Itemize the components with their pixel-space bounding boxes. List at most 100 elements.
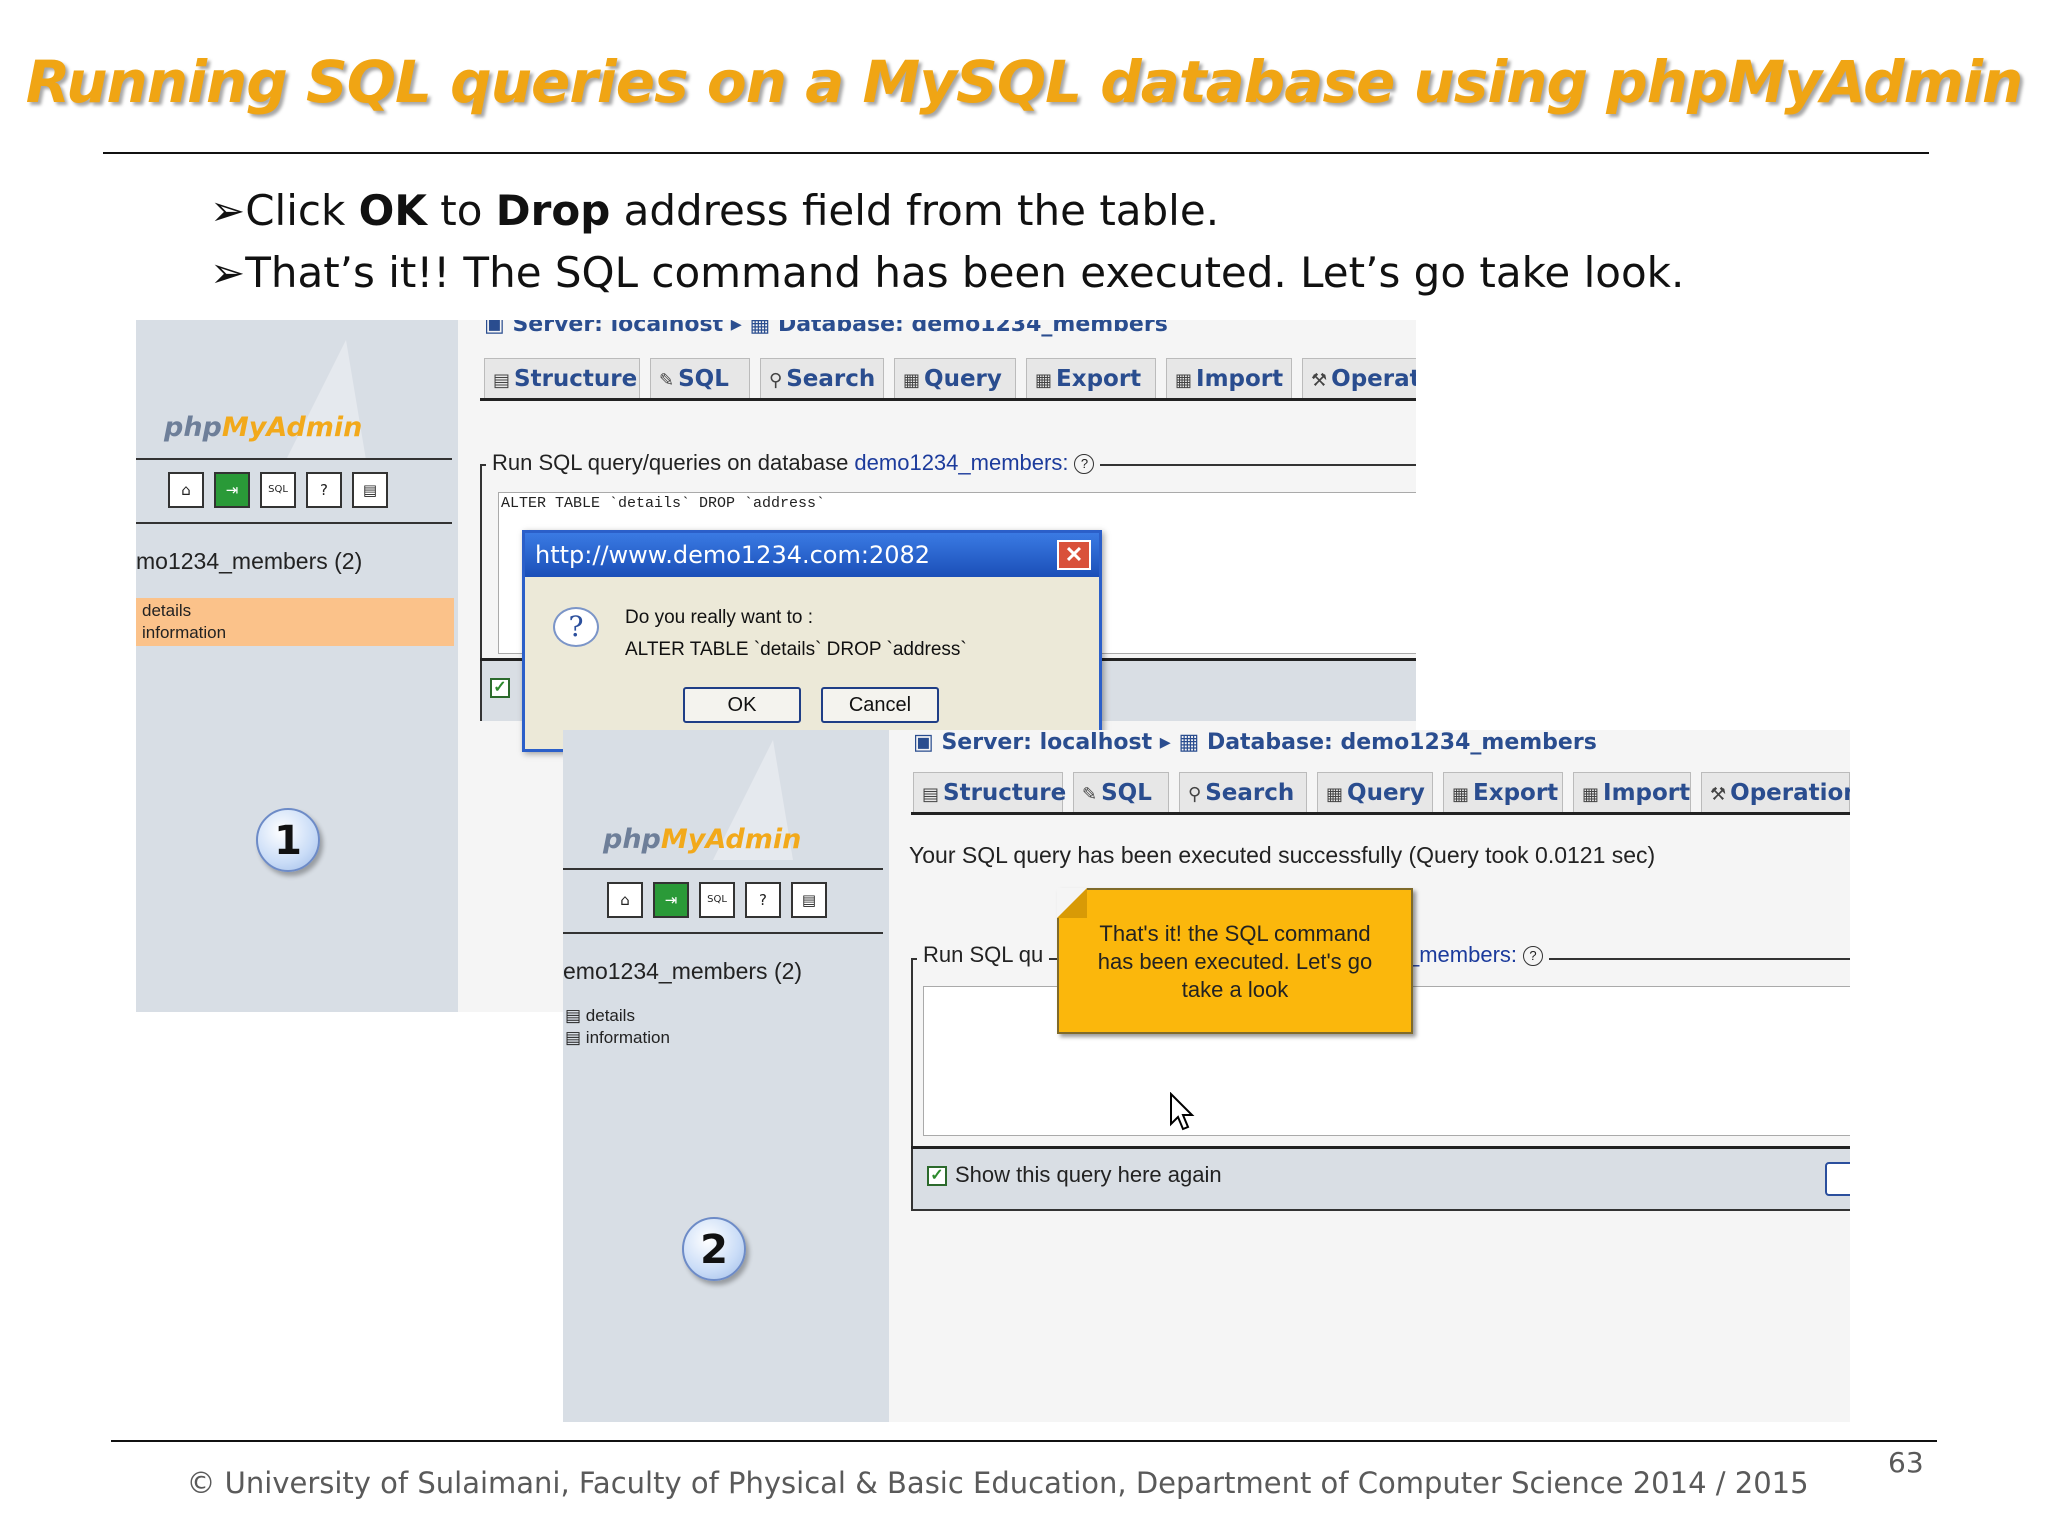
show-query-checkbox[interactable]: ✓ <box>927 1166 947 1186</box>
question-icon: ? <box>553 607 599 647</box>
tab-structure[interactable]: ▤ Structure <box>484 358 640 398</box>
arrow-right-icon: ▸ <box>1152 730 1179 755</box>
go-button[interactable] <box>1825 1162 1850 1196</box>
show-query-checkbox[interactable]: ✓ <box>490 678 510 698</box>
tab-search[interactable]: ⚲ Search <box>760 358 884 398</box>
tab-search[interactable]: ⚲ Search <box>1179 772 1307 812</box>
tab-sql[interactable]: ✎ SQL <box>650 358 750 398</box>
dialog-message-line1: Do you really want to : <box>625 607 813 628</box>
ok-emphasis: OK <box>358 186 427 235</box>
dialog-message-line2: ALTER TABLE `details` DROP `address` <box>625 639 967 660</box>
database-link[interactable]: mo1234_members (2) <box>136 548 362 575</box>
tab-query[interactable]: ▦ Query <box>894 358 1016 398</box>
show-query-label: Show this query here again <box>955 1162 1222 1187</box>
table-link-information[interactable]: ▤ information <box>565 1028 670 1048</box>
ok-button[interactable]: OK <box>683 687 801 723</box>
sql-fieldset-legend-db: _members:? <box>1401 942 1550 968</box>
tooltip-note: That's it! the SQL command has been exec… <box>1057 888 1413 1034</box>
main-panel: ▣ Server: localhost ▸ ▦ Database: demo12… <box>901 730 1850 1422</box>
database-icon: ▦ <box>1178 730 1207 755</box>
slide-title: Running SQL queries on a MySQL database … <box>25 48 2024 116</box>
breadcrumb: ▣ Server: localhost ▸ ▦ Database: demo12… <box>484 320 1168 337</box>
dialog-title: http://www.demo1234.com:2082 <box>525 533 1099 577</box>
structure-icon: ▤ <box>922 784 940 805</box>
tab-sql[interactable]: ✎ SQL <box>1073 772 1169 812</box>
phpmyadmin-logo: phpMyAdmin <box>164 412 363 443</box>
breadcrumb-database[interactable]: Database: demo1234_members <box>1207 730 1597 755</box>
title-divider <box>103 152 1929 154</box>
tab-query[interactable]: ▦ Query <box>1317 772 1433 812</box>
database-icon: ▦ <box>749 320 778 337</box>
help-icon: ? <box>1523 946 1544 967</box>
footer-divider <box>111 1440 1937 1442</box>
bullet-2: ➢That’s it!! The SQL command has been ex… <box>210 248 1685 297</box>
search-icon: ⚲ <box>769 370 783 391</box>
sql-fieldset-legend: Run SQL qu <box>917 942 1050 968</box>
tab-import[interactable]: ▦ Import <box>1166 358 1292 398</box>
sql-icon: ✎ <box>659 370 675 391</box>
sql-fieldset-legend: Run SQL query/queries on database demo12… <box>486 450 1101 476</box>
step-badge-1: 1 <box>256 808 320 872</box>
import-icon: ▦ <box>1175 370 1193 391</box>
table-icon: ▤ <box>565 1028 586 1047</box>
help-icon[interactable]: ? <box>745 882 781 918</box>
export-icon: ▦ <box>1035 370 1053 391</box>
breadcrumb-server[interactable]: Server: localhost <box>941 730 1152 755</box>
operations-icon: ⚒ <box>1710 784 1727 805</box>
operations-icon: ⚒ <box>1311 370 1328 391</box>
export-icon: ▦ <box>1452 784 1470 805</box>
mouse-cursor-icon <box>1170 1092 1195 1131</box>
help-icon: ? <box>1074 454 1095 475</box>
breadcrumb: ▣ Server: localhost ▸ ▦ Database: demo12… <box>913 730 1597 755</box>
tab-structure[interactable]: ▤ Structure <box>913 772 1066 812</box>
tab-export[interactable]: ▦ Export <box>1026 358 1156 398</box>
database-link[interactable]: emo1234_members (2) <box>563 958 802 985</box>
tab-export[interactable]: ▦ Export <box>1443 772 1563 812</box>
table-link-details[interactable]: ▤ details <box>565 1006 635 1026</box>
divider <box>563 868 883 870</box>
confirm-dialog: http://www.demo1234.com:2082 ✕ ? Do you … <box>522 530 1102 752</box>
structure-icon: ▤ <box>493 370 511 391</box>
tab-operations[interactable]: ⚒Operati <box>1302 358 1416 398</box>
docs-icon[interactable]: ▤ <box>791 882 827 918</box>
breadcrumb-server[interactable]: Server: localhost <box>512 320 723 337</box>
close-icon[interactable]: ✕ <box>1057 540 1091 570</box>
home-icon[interactable]: ⌂ <box>607 882 643 918</box>
server-icon: ▣ <box>913 730 942 755</box>
divider <box>136 458 452 460</box>
cancel-button[interactable]: Cancel <box>821 687 939 723</box>
sql-window-icon[interactable]: SQL <box>260 472 296 508</box>
exit-icon[interactable]: ⇥ <box>653 882 689 918</box>
import-icon: ▦ <box>1582 784 1600 805</box>
tooltip-note-text: That's it! the SQL command has been exec… <box>1097 921 1373 1002</box>
docs-icon[interactable]: ▤ <box>352 472 388 508</box>
table-link-details[interactable]: details <box>142 601 191 621</box>
phpmyadmin-logo: phpMyAdmin <box>603 824 802 855</box>
success-message: Your SQL query has been executed success… <box>909 842 1656 868</box>
footer-text: © University of Sulaimani, Faculty of Ph… <box>186 1466 1809 1500</box>
table-link-information[interactable]: information <box>142 623 226 643</box>
tab-operations[interactable]: ⚒Operations <box>1701 772 1850 812</box>
exit-icon[interactable]: ⇥ <box>214 472 250 508</box>
tab-bar: ▤ Structure ✎ SQL ⚲ Search ▦ Query ▦ Export ▦… <box>480 358 1416 401</box>
breadcrumb-database[interactable]: Database: demo1234_members <box>778 320 1168 337</box>
bullet-1: ➢Click OK to Drop address field from the… <box>210 186 1220 235</box>
help-icon[interactable]: ? <box>306 472 342 508</box>
server-icon: ▣ <box>484 320 513 337</box>
sql-icon: ✎ <box>1082 784 1098 805</box>
tab-import[interactable]: ▦ Import <box>1573 772 1691 812</box>
search-icon: ⚲ <box>1188 784 1202 805</box>
bullet-marker: ➢ <box>210 248 246 297</box>
arrow-right-icon: ▸ <box>723 320 750 337</box>
sql-query-text: ALTER TABLE `details` DROP `address` <box>501 495 826 512</box>
sql-window-icon[interactable]: SQL <box>699 882 735 918</box>
sidebar: phpMyAdmin ⌂ ⇥ SQL ? ▤ emo1234_members (… <box>563 730 889 1422</box>
note-fold-corner <box>1057 888 1087 918</box>
divider <box>136 522 452 524</box>
home-icon[interactable]: ⌂ <box>168 472 204 508</box>
divider <box>563 932 883 934</box>
page-number: 63 <box>1888 1446 1924 1479</box>
query-icon: ▦ <box>903 370 921 391</box>
drop-emphasis: Drop <box>495 186 611 235</box>
table-icon: ▤ <box>565 1006 586 1025</box>
